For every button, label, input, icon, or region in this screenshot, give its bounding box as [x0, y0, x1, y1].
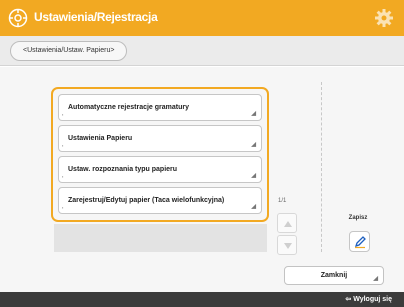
empty-list-area — [54, 224, 267, 252]
divider — [321, 82, 322, 252]
menu-item-paper-type-detection[interactable]: ▪ Ustaw. rozpoznania typu papieru ◢ — [58, 156, 262, 183]
corner-arrow-icon: ◢ — [251, 173, 256, 179]
pencil-icon — [354, 236, 366, 249]
menu-item-multipurpose-tray[interactable]: ▪ Zarejestruj/Edytuj papier (Taca wielof… — [58, 187, 262, 214]
page-title: Ustawienia/Rejestracja — [34, 10, 158, 24]
triangle-down-icon — [284, 243, 292, 249]
triangle-up-icon — [284, 221, 292, 227]
edit-button[interactable] — [349, 231, 370, 252]
menu-item-label: Ustaw. rozpoznania typu papieru — [68, 166, 178, 173]
menu-item-auto-registration[interactable]: ▪ Automatyczne rejestracje gramatury ◢ — [58, 94, 262, 121]
settings-register-icon — [8, 8, 28, 28]
close-button[interactable]: Zamknij ◢ — [284, 266, 384, 285]
page-counter: 1/1 — [278, 198, 287, 204]
item-marker-icon: ▪ — [62, 205, 64, 210]
logout-arrow-icon: ⇦ — [345, 296, 352, 303]
logout-link[interactable]: ⇦ Wyloguj się — [345, 295, 392, 303]
corner-arrow-icon: ◢ — [373, 276, 378, 282]
breadcrumb-bar: <Ustawienia/Ustaw. Papieru> — [0, 36, 404, 66]
title-bar: Ustawienia/Rejestracja — [0, 0, 404, 36]
item-marker-icon: ▪ — [62, 174, 64, 179]
menu-item-label: Automatyczne rejestracje gramatury — [68, 104, 189, 111]
item-marker-icon: ▪ — [62, 143, 64, 148]
status-bar: ⇦ Wyloguj się — [0, 292, 404, 307]
scroll-up-button[interactable] — [277, 213, 297, 233]
corner-arrow-icon: ◢ — [251, 111, 256, 117]
logout-label: Wyloguj się — [353, 296, 392, 303]
edit-label: Zapisz — [348, 215, 368, 221]
gear-icon[interactable] — [374, 8, 394, 28]
menu-list: ▪ Automatyczne rejestracje gramatury ◢ ▪… — [51, 87, 269, 222]
item-marker-icon: ▪ — [62, 112, 64, 117]
breadcrumb: <Ustawienia/Ustaw. Papieru> — [10, 41, 128, 61]
menu-item-label: Zarejestruj/Edytuj papier (Taca wielofun… — [68, 197, 225, 204]
corner-arrow-icon: ◢ — [251, 204, 256, 210]
scroll-down-button[interactable] — [277, 235, 297, 255]
corner-arrow-icon: ◢ — [251, 142, 256, 148]
close-button-label: Zamknij — [320, 272, 348, 279]
menu-item-label: Ustawienia Papieru — [68, 135, 133, 142]
menu-item-paper-settings[interactable]: ▪ Ustawienia Papieru ◢ — [58, 125, 262, 152]
